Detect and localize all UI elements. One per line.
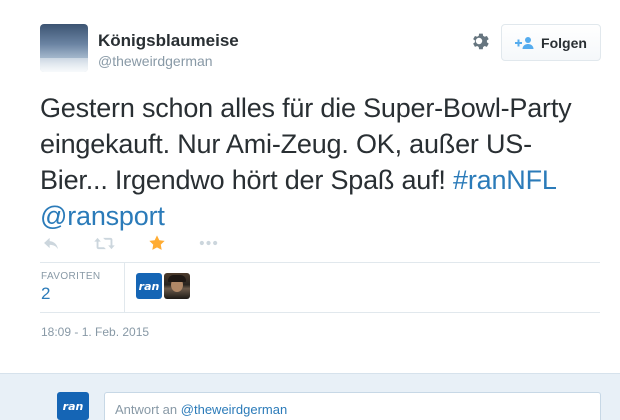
stats-divider-bottom <box>40 312 600 313</box>
reply-icon[interactable] <box>40 234 62 252</box>
mention-link[interactable]: @ransport <box>40 201 165 231</box>
tweet-timestamp[interactable]: 18:09 - 1. Feb. 2015 <box>41 325 149 339</box>
reply-avatar: ran <box>57 392 89 420</box>
favorites-count[interactable]: 2 <box>41 284 50 304</box>
gear-icon[interactable] <box>468 30 490 52</box>
star-icon[interactable] <box>146 234 168 252</box>
reply-mention: @theweirdgerman <box>180 402 288 417</box>
reply-input[interactable]: Antwort an @theweirdgerman <box>104 392 601 420</box>
ran-logo-text: ran <box>138 279 160 293</box>
hashtag-link[interactable]: #ranNFL <box>453 165 556 195</box>
user-avatar[interactable] <box>40 24 88 72</box>
user-display-name[interactable]: Königsblaumeise <box>98 31 239 51</box>
tweet-card: Königsblaumeise @theweirdgerman Folgen G… <box>0 0 620 420</box>
reply-prefix: Antwort an <box>115 402 178 417</box>
stats-separator <box>124 263 125 312</box>
favoriter-avatar-person[interactable] <box>164 273 190 299</box>
more-icon[interactable] <box>197 234 219 252</box>
user-handle[interactable]: @theweirdgerman <box>98 53 213 69</box>
tweet-actions <box>40 232 217 254</box>
tweet-text: Gestern schon alles für die Super-Bowl-P… <box>40 90 580 234</box>
add-user-icon <box>515 36 534 49</box>
follow-button[interactable]: Folgen <box>501 24 601 61</box>
follow-button-label: Folgen <box>541 34 587 51</box>
reply-avatar-logo: ran <box>62 399 84 413</box>
favoriter-avatar-ran[interactable]: ran <box>136 273 162 299</box>
retweet-icon[interactable] <box>93 234 115 252</box>
favorites-label: FAVORITEN <box>41 271 101 282</box>
